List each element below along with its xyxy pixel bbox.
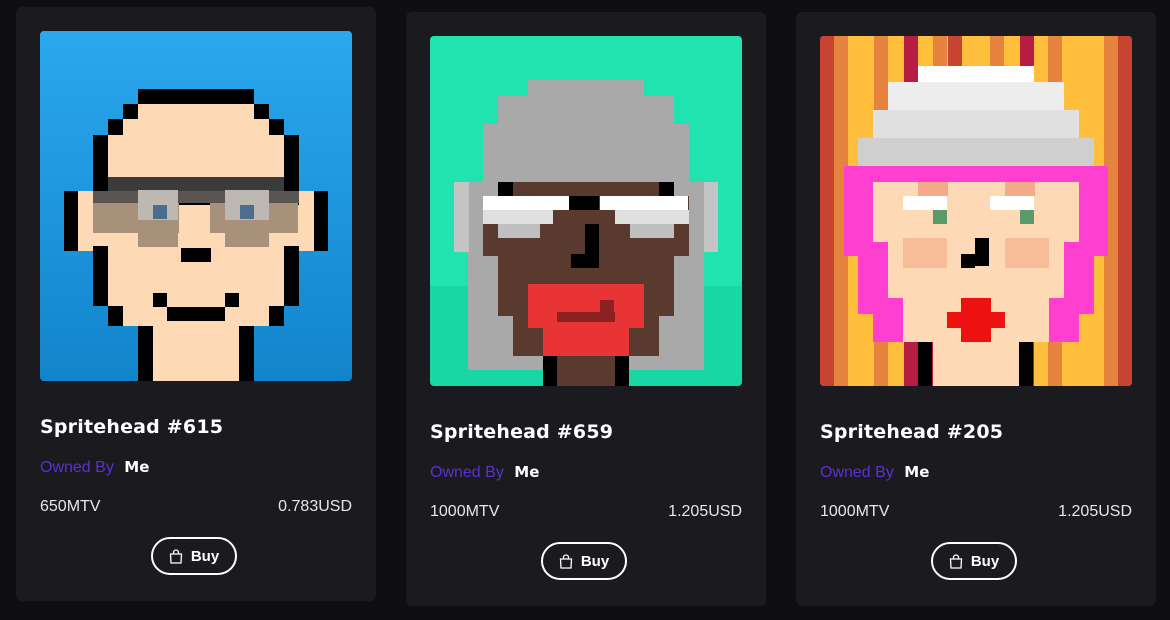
nft-card: Spritehead #615 Owned By Me 650MTV 0.783… xyxy=(16,7,376,601)
owned-by-label: Owned By xyxy=(820,464,894,481)
buy-label: Buy xyxy=(580,552,610,570)
owner-name[interactable]: Me xyxy=(514,463,539,481)
shopping-bag-icon xyxy=(949,553,963,569)
buy-button[interactable]: Buy xyxy=(541,542,627,580)
usd-price: 1.205USD xyxy=(668,503,742,520)
owner-row: Owned By Me xyxy=(820,463,929,482)
nft-title: Spritehead #205 xyxy=(820,421,1004,443)
shopping-bag-icon xyxy=(559,553,573,569)
nft-card: Spritehead #205 Owned By Me 1000MTV 1.20… xyxy=(796,12,1156,606)
nft-image[interactable] xyxy=(430,36,742,386)
nft-card: Spritehead #659 Owned By Me 1000MTV 1.20… xyxy=(406,12,766,606)
sprite-pink-hair-white-hat xyxy=(820,36,1132,386)
owner-row: Owned By Me xyxy=(430,463,539,482)
usd-price: 1.205USD xyxy=(1058,503,1132,520)
buy-label: Buy xyxy=(190,547,220,565)
nft-title: Spritehead #615 xyxy=(40,416,224,438)
nft-image[interactable] xyxy=(820,36,1132,386)
owned-by-label: Owned By xyxy=(40,459,114,476)
buy-button[interactable]: Buy xyxy=(151,537,237,575)
owner-name[interactable]: Me xyxy=(124,458,149,476)
buy-button[interactable]: Buy xyxy=(931,542,1017,580)
sprite-bald-glasses xyxy=(40,31,352,381)
owned-by-label: Owned By xyxy=(430,464,504,481)
mtv-price: 1000MTV xyxy=(820,503,890,520)
mtv-price: 1000MTV xyxy=(430,503,500,520)
shopping-bag-icon xyxy=(169,548,183,564)
owner-row: Owned By Me xyxy=(40,458,149,477)
owner-name[interactable]: Me xyxy=(904,463,929,481)
sprite-grey-hair-red-lips xyxy=(430,36,742,386)
mtv-price: 650MTV xyxy=(40,498,101,515)
nft-image[interactable] xyxy=(40,31,352,381)
nft-title: Spritehead #659 xyxy=(430,421,614,443)
usd-price: 0.783USD xyxy=(278,498,352,515)
buy-label: Buy xyxy=(970,552,1000,570)
